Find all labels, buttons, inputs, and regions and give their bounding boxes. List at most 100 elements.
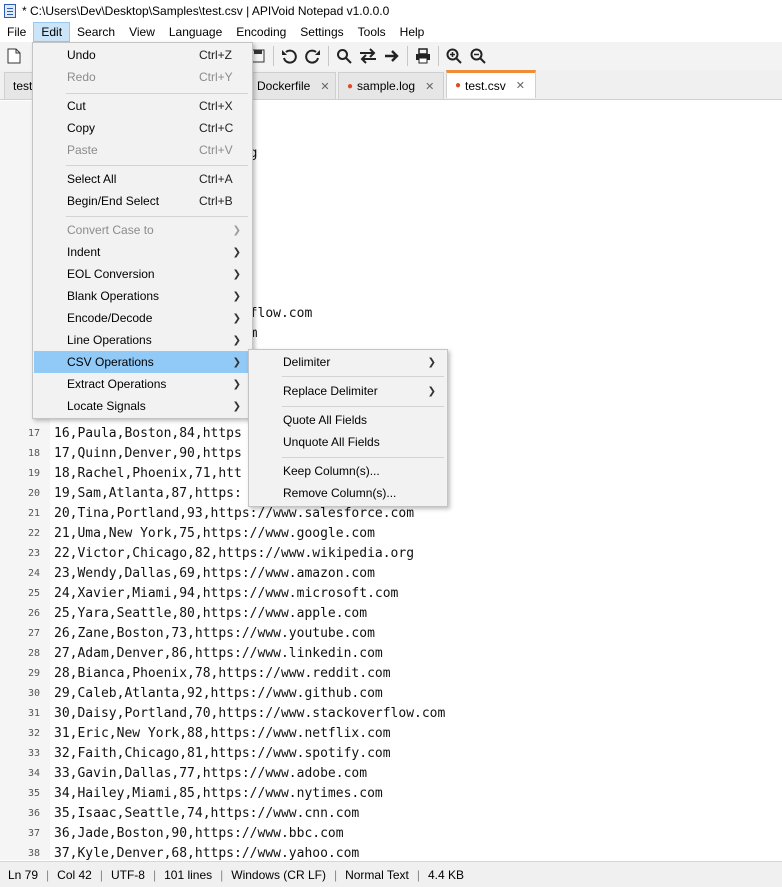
menu-item-quote-all-fields[interactable]: Quote All Fields xyxy=(250,409,446,431)
menu-item-replace-delimiter[interactable]: Replace Delimiter ❯ xyxy=(250,380,446,402)
editor-line[interactable]: 27 26,Zane,Boston,73,https://www.youtube.… xyxy=(0,624,782,644)
menu-item-select-all[interactable]: Select All Ctrl+A xyxy=(34,168,251,190)
menu-search[interactable]: Search xyxy=(70,22,122,42)
editor-line[interactable]: 34 33,Gavin,Dallas,77,https://www.adobe.c… xyxy=(0,764,782,784)
menu-item-begin-end-select[interactable]: Begin/End Select Ctrl+B xyxy=(34,190,251,212)
replace-icon[interactable] xyxy=(356,44,380,68)
print-icon[interactable] xyxy=(411,44,435,68)
line-number: 27 xyxy=(27,628,40,639)
menu-item-shortcut: Ctrl+B xyxy=(199,194,233,208)
menu-item-copy[interactable]: Copy Ctrl+C xyxy=(34,117,251,139)
goto-icon[interactable] xyxy=(380,44,404,68)
menu-view[interactable]: View xyxy=(122,22,162,42)
menu-item-delimiter[interactable]: Delimiter ❯ xyxy=(250,351,446,373)
tab-label: test xyxy=(13,79,33,93)
menu-item-locate-signals[interactable]: Locate Signals ❯ xyxy=(34,395,251,417)
status-eol[interactable]: Windows (CR LF) xyxy=(223,868,334,882)
editor-line[interactable]: 21 20,Tina,Portland,93,https://www.salesf… xyxy=(0,504,782,524)
menu-item-extract-operations[interactable]: Extract Operations ❯ xyxy=(34,373,251,395)
menu-item-undo[interactable]: Undo Ctrl+Z xyxy=(34,44,251,66)
status-encoding[interactable]: UTF-8 xyxy=(103,868,153,882)
line-number: 33 xyxy=(27,748,40,759)
line-text: 16,Paula,Boston,84,https xyxy=(54,426,242,441)
menu-item-label: Quote All Fields xyxy=(283,413,368,427)
zoom-in-icon[interactable] xyxy=(442,44,466,68)
line-number: 31 xyxy=(27,708,40,719)
notepad-app-icon xyxy=(4,4,16,18)
editor-line[interactable]: 30 29,Caleb,Atlanta,92,https://www.github… xyxy=(0,684,782,704)
editor-line[interactable]: 32 31,Eric,New York,88,https://www.netfli… xyxy=(0,724,782,744)
line-text: 26,Zane,Boston,73,https://www.youtube.co… xyxy=(54,626,375,641)
menu-item-remove-columns[interactable]: Remove Column(s)... xyxy=(250,482,446,504)
submenu-arrow-icon: ❯ xyxy=(232,334,241,346)
menu-item-shortcut: Ctrl+C xyxy=(199,121,234,135)
editor-line[interactable]: 29 28,Bianca,Phoenix,78,https://www.reddi… xyxy=(0,664,782,684)
line-text: 23,Wendy,Dallas,69,https://www.amazon.co… xyxy=(54,566,375,581)
zoom-out-icon[interactable] xyxy=(466,44,490,68)
menu-item-blank-operations[interactable]: Blank Operations ❯ xyxy=(34,285,251,307)
menu-item-line-operations[interactable]: Line Operations ❯ xyxy=(34,329,251,351)
line-number: 24 xyxy=(27,568,40,579)
close-icon[interactable]: ✕ xyxy=(320,80,329,93)
editor-line[interactable]: 37 36,Jade,Boston,90,https://www.bbc.com xyxy=(0,824,782,844)
menu-item-cut[interactable]: Cut Ctrl+X xyxy=(34,95,251,117)
line-number: 18 xyxy=(27,448,40,459)
tab-sample-log[interactable]: ● sample.log ✕ xyxy=(338,72,444,99)
menu-item-csv-operations[interactable]: CSV Operations ❯ xyxy=(34,351,251,373)
menu-tools[interactable]: Tools xyxy=(351,22,393,42)
modified-dot-icon: ● xyxy=(347,80,354,92)
menu-item-label: Replace Delimiter xyxy=(283,384,378,398)
menu-item-paste[interactable]: Paste Ctrl+V xyxy=(34,139,251,161)
menu-item-convert-case[interactable]: Convert Case to ❯ xyxy=(34,219,251,241)
editor-line[interactable]: 36 35,Isaac,Seattle,74,https://www.cnn.co… xyxy=(0,804,782,824)
editor-line[interactable]: 35 34,Hailey,Miami,85,https://www.nytimes… xyxy=(0,784,782,804)
close-icon[interactable]: ✕ xyxy=(516,79,525,92)
menu-item-shortcut: Ctrl+X xyxy=(199,99,233,113)
tab-dockerfile[interactable]: Dockerfile ✕ xyxy=(248,72,336,99)
line-text: 17,Quinn,Denver,90,https xyxy=(54,446,242,461)
menu-language[interactable]: Language xyxy=(162,22,229,42)
menu-item-keep-columns[interactable]: Keep Column(s)... xyxy=(250,460,446,482)
editor-line[interactable]: 33 32,Faith,Chicago,81,https://www.spotif… xyxy=(0,744,782,764)
menu-item-unquote-all-fields[interactable]: Unquote All Fields xyxy=(250,431,446,453)
menu-item-encode-decode[interactable]: Encode/Decode ❯ xyxy=(34,307,251,329)
line-text: 22,Victor,Chicago,82,https://www.wikiped… xyxy=(54,546,415,561)
tab-label: Dockerfile xyxy=(257,79,311,93)
editor-line[interactable]: 23 22,Victor,Chicago,82,https://www.wikip… xyxy=(0,544,782,564)
find-icon[interactable] xyxy=(332,44,356,68)
menu-item-indent[interactable]: Indent ❯ xyxy=(34,241,251,263)
menu-item-label: Select All xyxy=(67,172,117,186)
toolbar-separator xyxy=(328,46,329,66)
tab-test-csv[interactable]: ● test.csv ✕ xyxy=(446,70,536,98)
menu-item-label: EOL Conversion xyxy=(67,267,155,281)
menu-item-eol-conversion[interactable]: EOL Conversion ❯ xyxy=(34,263,251,285)
menu-item-label: Unquote All Fields xyxy=(283,435,380,449)
menu-separator xyxy=(282,457,444,458)
menu-item-redo[interactable]: Redo Ctrl+Y xyxy=(34,66,251,88)
menu-item-label: Copy xyxy=(67,121,96,135)
menu-edit[interactable]: Edit xyxy=(33,22,71,42)
menu-help[interactable]: Help xyxy=(393,22,432,42)
submenu-arrow-icon: ❯ xyxy=(427,356,436,368)
submenu-arrow-icon: ❯ xyxy=(232,400,241,412)
menu-encoding[interactable]: Encoding xyxy=(229,22,293,42)
editor-line[interactable]: 26 25,Yara,Seattle,80,https://www.apple.c… xyxy=(0,604,782,624)
menu-file[interactable]: File xyxy=(0,22,33,42)
menu-settings[interactable]: Settings xyxy=(293,22,350,42)
line-text: 31,Eric,New York,88,https://www.netflix.… xyxy=(54,726,391,741)
close-icon[interactable]: ✕ xyxy=(425,80,434,93)
editor-line[interactable]: 22 21,Uma,New York,75,https://www.google.… xyxy=(0,524,782,544)
editor-line[interactable]: 31 30,Daisy,Portland,70,https://www.stack… xyxy=(0,704,782,724)
undo-icon[interactable] xyxy=(277,44,301,68)
title-bar: * C:\Users\Dev\Desktop\Samples\test.csv … xyxy=(0,0,782,22)
editor-line[interactable]: 24 23,Wendy,Dallas,69,https://www.amazon.… xyxy=(0,564,782,584)
csv-operations-submenu: Delimiter ❯ Replace Delimiter ❯ Quote Al… xyxy=(248,349,448,507)
editor-line[interactable]: 38 37,Kyle,Denver,68,https://www.yahoo.co… xyxy=(0,844,782,860)
redo-icon[interactable] xyxy=(301,44,325,68)
line-number: 20 xyxy=(27,488,40,499)
menu-separator xyxy=(66,165,248,166)
editor-line[interactable]: 28 27,Adam,Denver,86,https://www.linkedin… xyxy=(0,644,782,664)
status-language-mode[interactable]: Normal Text xyxy=(337,868,417,882)
new-file-icon[interactable] xyxy=(2,44,26,68)
editor-line[interactable]: 25 24,Xavier,Miami,94,https://www.microso… xyxy=(0,584,782,604)
